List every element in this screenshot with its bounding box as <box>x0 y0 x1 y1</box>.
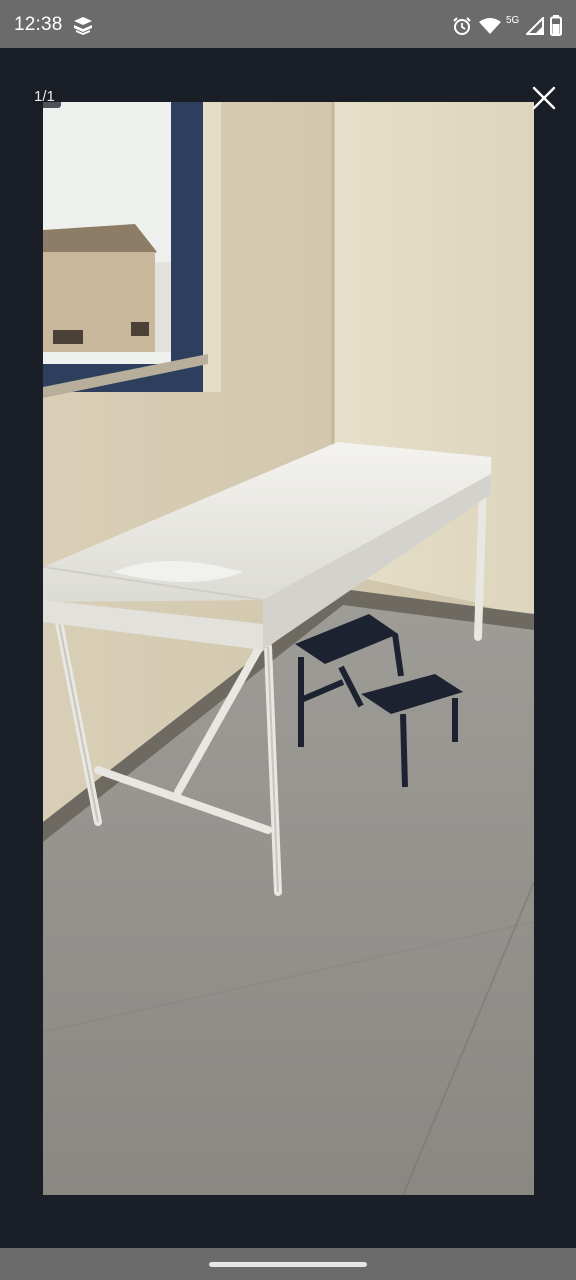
photo <box>43 102 534 1195</box>
signal-icon <box>526 17 544 35</box>
exam-room-photo <box>43 102 534 1195</box>
home-gesture-handle[interactable] <box>209 1262 367 1267</box>
alarm-icon <box>453 17 471 35</box>
close-button[interactable] <box>526 80 562 116</box>
close-icon <box>532 86 556 110</box>
status-time: 12:38 <box>14 14 63 35</box>
image-counter: 1/1 <box>28 86 61 108</box>
status-bar: 12:38 5G <box>0 0 576 48</box>
stack-app-icon <box>74 17 92 35</box>
battery-icon <box>550 15 562 36</box>
wifi-icon <box>479 18 501 34</box>
navigation-bar <box>0 1248 576 1280</box>
network-type-label: 5G <box>506 15 520 26</box>
